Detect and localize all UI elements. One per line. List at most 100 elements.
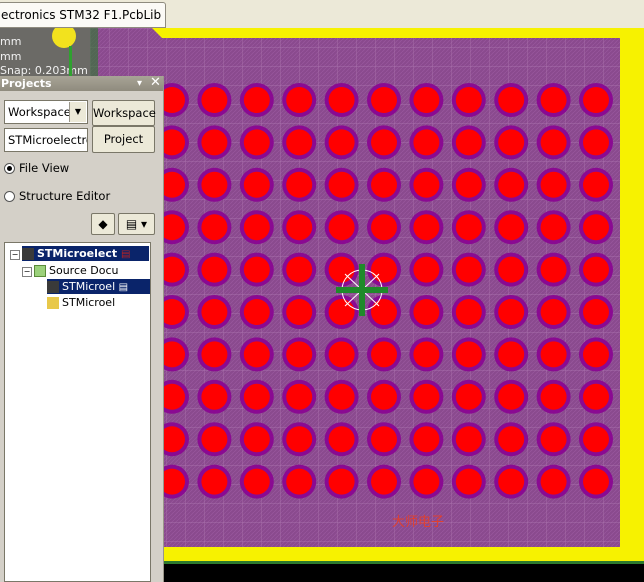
pad[interactable] [243, 214, 270, 241]
pad[interactable] [286, 468, 313, 495]
pad[interactable] [201, 383, 228, 410]
pad[interactable] [328, 383, 355, 410]
pad[interactable] [583, 87, 609, 113]
tree-item-project[interactable]: STMicroelect ▤ [22, 246, 149, 261]
pad[interactable] [371, 171, 397, 198]
pad[interactable] [498, 171, 525, 198]
document-options-icon[interactable]: ▤ ▾ [118, 213, 155, 235]
pad[interactable] [243, 256, 270, 283]
pad[interactable] [371, 299, 397, 325]
pad[interactable] [498, 426, 525, 453]
pad[interactable] [540, 383, 567, 410]
pad[interactable] [201, 171, 228, 198]
pad[interactable] [413, 129, 440, 156]
pad[interactable] [540, 426, 567, 453]
pad[interactable] [583, 171, 609, 198]
pad[interactable] [498, 129, 525, 156]
pad[interactable] [540, 171, 567, 198]
pad[interactable] [243, 426, 270, 453]
pad[interactable] [583, 341, 609, 368]
pad[interactable] [455, 299, 482, 325]
pad[interactable] [413, 87, 440, 113]
pin-icon[interactable]: ▾ [137, 76, 142, 91]
pad[interactable] [413, 299, 440, 325]
pad[interactable] [371, 256, 397, 283]
pad[interactable] [328, 87, 355, 113]
pad[interactable] [583, 256, 609, 283]
pad[interactable] [583, 383, 609, 410]
pad[interactable] [371, 129, 397, 156]
pad[interactable] [540, 341, 567, 368]
pad[interactable] [371, 426, 397, 453]
pad[interactable] [455, 341, 482, 368]
pad[interactable] [201, 426, 228, 453]
tree-collapse-icon[interactable]: − [10, 250, 20, 260]
pad[interactable] [540, 214, 567, 241]
project-button[interactable]: Project [92, 126, 155, 153]
pad[interactable] [243, 87, 270, 113]
workspace-select[interactable]: Workspace1 ▼ [4, 100, 88, 124]
pad[interactable] [413, 214, 440, 241]
pad[interactable] [455, 171, 482, 198]
pad[interactable] [413, 341, 440, 368]
pad[interactable] [540, 87, 567, 113]
pad[interactable] [498, 87, 525, 113]
pad[interactable] [328, 468, 355, 495]
pad[interactable] [455, 129, 482, 156]
pad[interactable] [413, 426, 440, 453]
layers-icon[interactable]: ◆ [91, 213, 115, 235]
pad[interactable] [243, 129, 270, 156]
pad[interactable] [286, 256, 313, 283]
chevron-down-icon[interactable]: ▼ [69, 102, 86, 122]
pad[interactable] [286, 299, 313, 325]
close-icon[interactable]: ✕ [150, 75, 161, 90]
pad[interactable] [328, 214, 355, 241]
pad[interactable] [243, 468, 270, 495]
pad[interactable] [371, 341, 397, 368]
pad[interactable] [540, 256, 567, 283]
pad[interactable] [413, 468, 440, 495]
structure-editor-option[interactable]: Structure Editor [4, 189, 110, 203]
pad[interactable] [413, 256, 440, 283]
tree-item-schlib[interactable]: STMicroel [47, 295, 115, 310]
pad[interactable] [201, 341, 228, 368]
pad[interactable] [201, 87, 228, 113]
pad[interactable] [201, 214, 228, 241]
pad[interactable] [328, 129, 355, 156]
document-tab[interactable]: ectronics STM32 F1.PcbLib [0, 2, 167, 28]
pad[interactable] [371, 383, 397, 410]
workspace-button[interactable]: Workspace [92, 100, 156, 126]
pad[interactable] [498, 299, 525, 325]
pad[interactable] [498, 383, 525, 410]
project-select[interactable]: STMicroelectroni [4, 128, 88, 152]
pad[interactable] [201, 256, 228, 283]
pad[interactable] [455, 87, 482, 113]
pad[interactable] [286, 214, 313, 241]
tree-collapse-icon[interactable]: − [22, 267, 32, 277]
pad[interactable] [243, 299, 270, 325]
pad[interactable] [286, 87, 313, 113]
file-view-option[interactable]: File View [4, 161, 69, 175]
pad[interactable] [328, 171, 355, 198]
pad[interactable] [583, 129, 609, 156]
pad[interactable] [540, 468, 567, 495]
pad[interactable] [201, 129, 228, 156]
pad[interactable] [328, 426, 355, 453]
pcb-canvas[interactable]: 大师电子 [90, 28, 644, 582]
pad[interactable] [498, 341, 525, 368]
pad[interactable] [455, 426, 482, 453]
pad[interactable] [413, 171, 440, 198]
pad[interactable] [286, 129, 313, 156]
pad[interactable] [455, 468, 482, 495]
pad[interactable] [498, 214, 525, 241]
pad[interactable] [328, 341, 355, 368]
pad[interactable] [201, 468, 228, 495]
pad[interactable] [243, 171, 270, 198]
tree-item-pcblib[interactable]: STMicroel ▤ [47, 279, 150, 294]
pad[interactable] [455, 256, 482, 283]
pad[interactable] [540, 129, 567, 156]
pad[interactable] [286, 341, 313, 368]
pad[interactable] [286, 171, 313, 198]
pad[interactable] [540, 299, 567, 325]
pad[interactable] [201, 299, 228, 325]
